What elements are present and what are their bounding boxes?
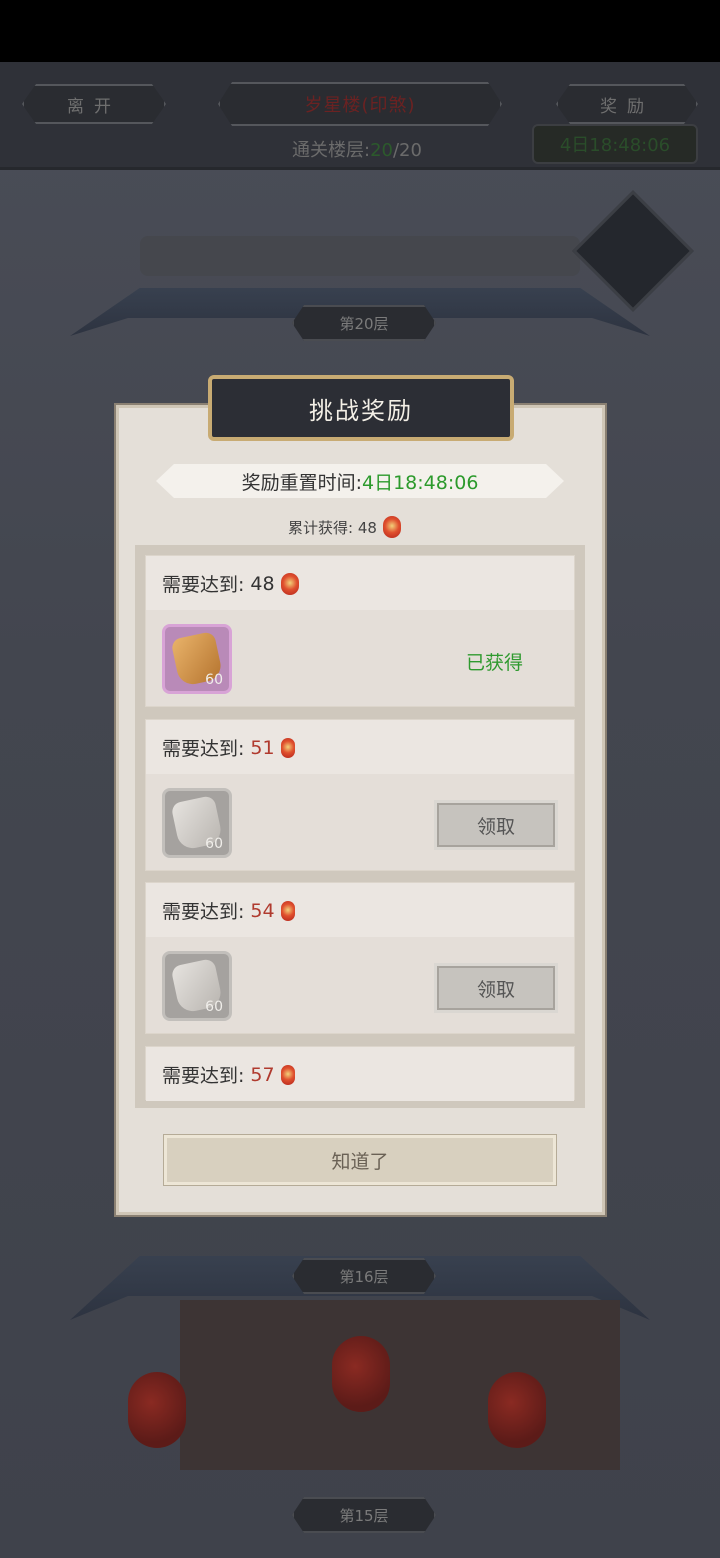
requirement-target: 54 bbox=[250, 899, 275, 922]
floor-tag-label: 第15层 bbox=[339, 1506, 389, 1525]
floors-cleared: 通关楼层:20/20 bbox=[292, 136, 422, 162]
reset-timer: 4日18:48:06 bbox=[532, 124, 698, 164]
reward-tier-card: 需要达到: 57 bbox=[145, 1046, 575, 1101]
floor-tag-16[interactable]: 第16层 bbox=[292, 1258, 436, 1294]
reward-items-row: 60 领取 bbox=[146, 937, 574, 1033]
total-earned-label: 累计获得: 48 bbox=[288, 518, 377, 537]
floor-tag-label: 第16层 bbox=[339, 1267, 389, 1286]
reset-timer-text: 4日18:48:06 bbox=[559, 135, 671, 156]
floor-tag-label: 第20层 bbox=[339, 314, 389, 333]
requirement: 需要达到: 57 bbox=[162, 1061, 295, 1088]
floors-cleared-total: /20 bbox=[392, 140, 422, 161]
total-earned: 累计获得: 48 bbox=[288, 516, 401, 538]
claim-button-label: 领取 bbox=[476, 815, 515, 838]
requirement-label: 需要达到: bbox=[162, 574, 245, 596]
floors-cleared-current: 20 bbox=[370, 140, 393, 161]
reward-tier-card: 需要达到: 48 60 已获得 bbox=[145, 555, 575, 707]
tower-title-text: 岁星楼(印煞) bbox=[304, 95, 416, 116]
reward-items-row: 60 领取 bbox=[146, 774, 574, 870]
requirement: 需要达到: 48 bbox=[162, 570, 299, 597]
lantern-icon bbox=[280, 737, 295, 758]
claim-button[interactable]: 领取 bbox=[434, 800, 558, 850]
item-quantity: 60 bbox=[205, 672, 223, 688]
confirm-button[interactable]: 知道了 bbox=[164, 1135, 556, 1185]
lantern-icon bbox=[332, 1336, 390, 1412]
lantern-icon bbox=[382, 516, 401, 538]
reward-item-slot[interactable]: 60 bbox=[162, 624, 232, 694]
leave-label: 离开 bbox=[67, 96, 121, 117]
lantern-icon bbox=[280, 572, 299, 595]
reward-reset-banner: 奖励重置时间: 4日18:48:06 bbox=[156, 464, 564, 498]
floors-cleared-label: 通关楼层: bbox=[292, 140, 371, 161]
floor-tag-15[interactable]: 第15层 bbox=[292, 1497, 436, 1533]
reward-items-row: 60 已获得 bbox=[146, 610, 574, 706]
lantern-icon bbox=[488, 1372, 546, 1448]
requirement: 需要达到: 54 bbox=[162, 897, 295, 924]
requirement-target: 51 bbox=[250, 736, 275, 759]
claim-button[interactable]: 领取 bbox=[434, 963, 558, 1013]
reward-button[interactable]: 奖励 bbox=[556, 84, 698, 124]
floor-tag-20[interactable]: 第20层 bbox=[292, 305, 436, 341]
claimed-status: 已获得 bbox=[466, 652, 524, 674]
reward-item-slot[interactable]: 60 bbox=[162, 788, 232, 858]
leave-button[interactable]: 离开 bbox=[22, 84, 166, 124]
item-quantity: 60 bbox=[205, 836, 223, 852]
roof-ridge bbox=[140, 236, 580, 276]
reward-item-slot[interactable]: 60 bbox=[162, 951, 232, 1021]
requirement-target: 48 bbox=[250, 572, 275, 595]
claim-button-label: 领取 bbox=[476, 978, 515, 1001]
reward-tier-card: 需要达到: 51 60 领取 bbox=[145, 719, 575, 871]
item-quantity: 60 bbox=[205, 999, 223, 1015]
requirement-label: 需要达到: bbox=[162, 738, 245, 760]
reset-label: 奖励重置时间: bbox=[241, 471, 362, 494]
lantern-icon bbox=[128, 1372, 186, 1448]
reward-label: 奖励 bbox=[600, 96, 654, 117]
requirement-target: 57 bbox=[250, 1063, 275, 1086]
tower-wall bbox=[180, 1300, 620, 1470]
tower-title: 岁星楼(印煞) bbox=[218, 82, 502, 126]
lantern-icon bbox=[280, 1064, 295, 1085]
requirement-label: 需要达到: bbox=[162, 1065, 245, 1087]
requirement-label: 需要达到: bbox=[162, 901, 245, 923]
requirement: 需要达到: 51 bbox=[162, 734, 295, 761]
reward-tier-card: 需要达到: 54 60 领取 bbox=[145, 882, 575, 1034]
confirm-button-label: 知道了 bbox=[331, 1150, 389, 1173]
reward-tier-list[interactable]: 需要达到: 48 60 已获得 需要达到: 51 60 领取 需要达到: 54 … bbox=[135, 545, 585, 1108]
dialog-title: 挑战奖励 bbox=[208, 375, 514, 441]
reset-time: 4日18:48:06 bbox=[361, 471, 479, 494]
status-bar bbox=[0, 0, 720, 62]
lantern-icon bbox=[280, 900, 295, 921]
dialog-title-text: 挑战奖励 bbox=[309, 396, 413, 425]
